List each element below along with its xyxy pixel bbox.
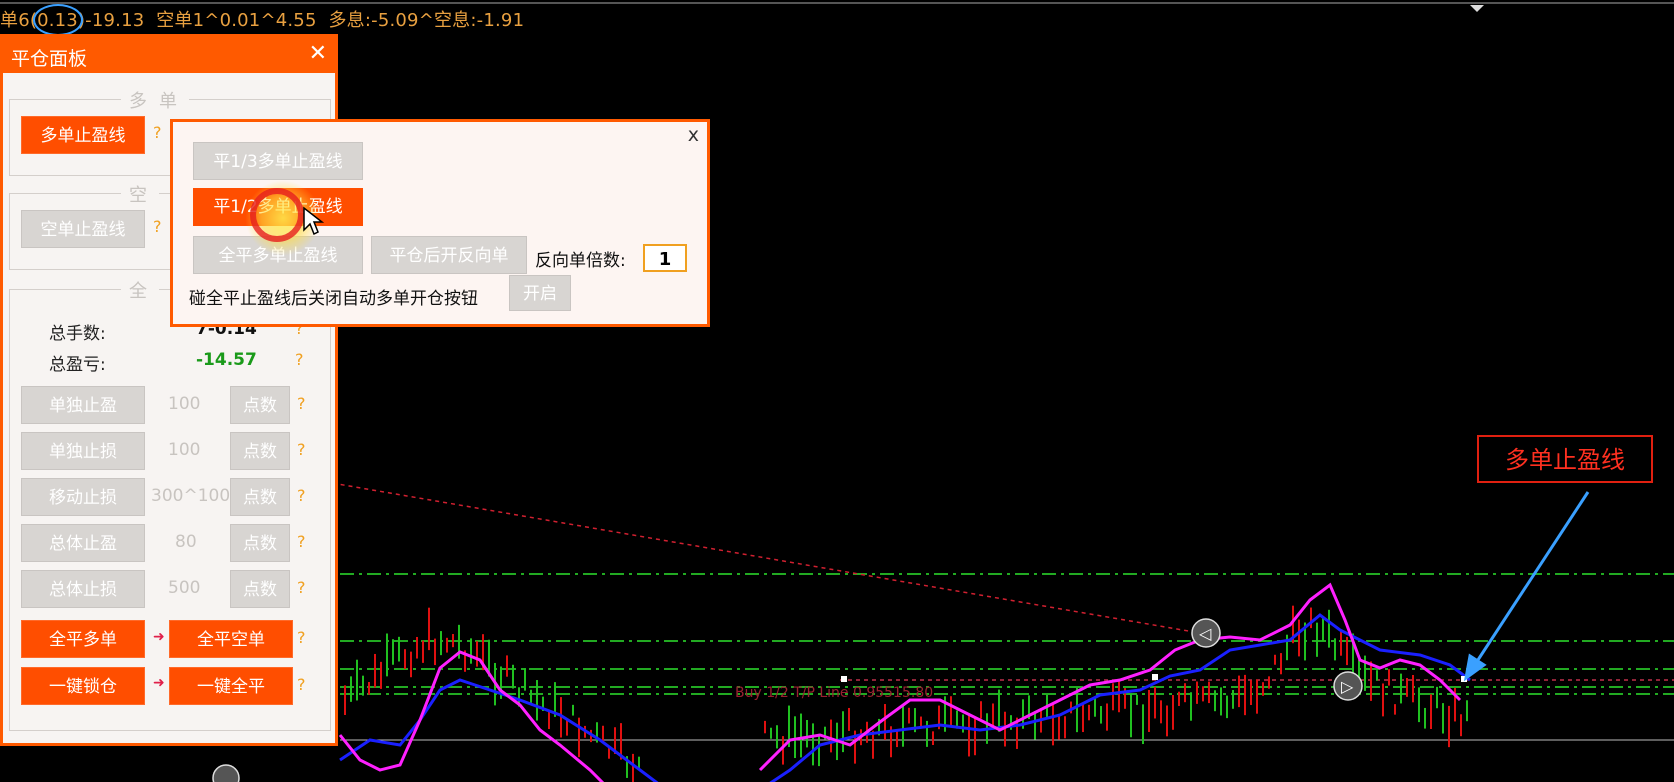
close-all-long-button[interactable]: 全平多单 <box>21 620 145 658</box>
all-section-legend: 全 <box>121 277 159 303</box>
level-lines <box>340 573 1674 695</box>
trailing-sl-value[interactable]: 300^100 <box>151 486 230 506</box>
total-tp-unit-button[interactable]: 点数 <box>230 524 290 562</box>
auto-close-label: 碰全平止盈线后关闭自动多单开仓按钮 <box>189 289 478 309</box>
help-icon[interactable]: ? <box>297 394 306 413</box>
order-marker-glyph: ◁ <box>1198 624 1212 643</box>
close-all-short-button[interactable]: 全平空单 <box>169 620 293 658</box>
trailing-sl-unit-button[interactable]: 点数 <box>230 478 290 516</box>
highlight-circle <box>33 4 83 36</box>
single-tp-button[interactable]: 单独止盈 <box>21 386 145 424</box>
help-icon[interactable]: ? <box>297 675 306 694</box>
tp-line-label: Buy 1/2 T/P Line 0.95515.80 <box>735 685 933 701</box>
single-sl-value[interactable]: 100 <box>168 440 200 460</box>
total-sl-unit-button[interactable]: 点数 <box>230 570 290 608</box>
help-icon[interactable]: ? <box>297 532 306 551</box>
arrow-icon: ➜ <box>153 629 165 645</box>
panel-title-bar[interactable]: 平仓面板 ✕ <box>3 37 335 73</box>
lock-button[interactable]: 一键锁仓 <box>21 667 145 705</box>
total-pl-value: -14.57 <box>196 350 257 370</box>
chart-shift-marker <box>1470 5 1484 12</box>
help-icon[interactable]: ? <box>297 628 306 647</box>
arrow-icon: ➜ <box>153 675 165 691</box>
order-marker-3 <box>212 764 240 782</box>
trailing-sl-button[interactable]: 移动止损 <box>21 478 145 516</box>
total-tp-value[interactable]: 80 <box>175 532 197 552</box>
help-icon[interactable]: ? <box>297 440 306 459</box>
short-tp-line-button[interactable]: 空单止盈线 <box>21 210 145 248</box>
pointer-arrow-tp <box>1463 491 1590 682</box>
total-lots-label: 总手数: <box>49 324 106 344</box>
total-tp-button[interactable]: 总体止盈 <box>21 524 145 562</box>
single-sl-button[interactable]: 单独止损 <box>21 432 145 470</box>
reverse-multiplier-label: 反向单倍数: <box>535 251 626 271</box>
close-third-long-tp-button[interactable]: 平1/3多单止盈线 <box>193 142 363 180</box>
total-sl-value[interactable]: 500 <box>168 578 200 598</box>
help-icon[interactable]: ? <box>297 486 306 505</box>
long-tp-line-label: 多单止盈线 <box>1477 435 1653 483</box>
single-sl-unit-button[interactable]: 点数 <box>230 432 290 470</box>
total-pl-label: 总盈亏: <box>49 355 106 375</box>
click-ring <box>250 188 304 242</box>
single-tp-value[interactable]: 100 <box>168 394 200 414</box>
help-icon[interactable]: ? <box>153 217 162 236</box>
close-icon[interactable]: ✕ <box>309 41 327 66</box>
close-all-button[interactable]: 一键全平 <box>169 667 293 705</box>
panel-title: 平仓面板 <box>11 48 88 70</box>
line-handle-1 <box>841 676 847 682</box>
auto-close-toggle-button[interactable]: 开启 <box>509 275 571 311</box>
order-marker-2-glyph: ▷ <box>1341 677 1354 696</box>
total-sl-button[interactable]: 总体止损 <box>21 570 145 608</box>
long-tp-line-button[interactable]: 多单止盈线 <box>21 116 145 154</box>
reverse-multiplier-input[interactable]: 1 <box>643 244 687 272</box>
short-section-legend: 空 <box>121 181 159 207</box>
help-icon[interactable]: ? <box>295 350 304 369</box>
long-section-legend: 多单 <box>121 87 189 113</box>
help-icon[interactable]: ? <box>153 123 162 142</box>
reverse-after-close-button[interactable]: 平仓后开反向单 <box>371 236 527 274</box>
single-tp-unit-button[interactable]: 点数 <box>230 386 290 424</box>
line-handle-2 <box>1152 674 1158 680</box>
mouse-cursor-icon <box>303 206 324 236</box>
help-icon[interactable]: ? <box>297 578 306 597</box>
popup-close-icon[interactable]: x <box>688 124 699 146</box>
